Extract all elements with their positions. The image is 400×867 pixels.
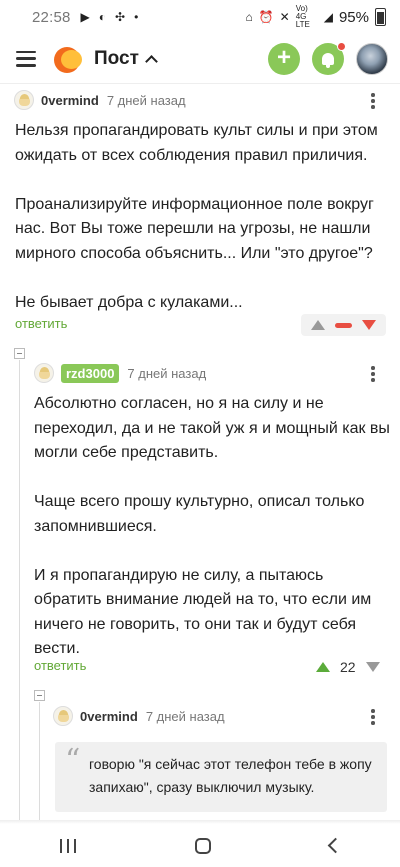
notifications-button[interactable] (312, 41, 346, 75)
chevron-up-icon (145, 54, 158, 68)
page-title-text: Пост (94, 47, 139, 69)
play-icon: ▶ (80, 10, 90, 24)
comment-header: 0vermind 7 дней назад (14, 90, 186, 110)
quote-block: “ говорю "я сейчас этот телефон тебе в ж… (55, 742, 387, 812)
back-icon[interactable] (327, 837, 343, 854)
battery-icon (375, 8, 386, 26)
bell-icon (322, 53, 334, 68)
downvote-button[interactable] (365, 662, 380, 672)
pikabu-logo[interactable] (54, 44, 84, 74)
rating-bar (335, 322, 352, 328)
avatar[interactable] (14, 90, 34, 110)
quote-icon: “ (65, 743, 81, 778)
comment-body: Абсолютно согласен, но я на силу и не пе… (34, 392, 394, 662)
upvote-button[interactable] (316, 662, 330, 672)
comment-author[interactable]: rzd3000 (61, 363, 120, 383)
avatar[interactable] (34, 363, 54, 383)
home-icon[interactable] (194, 837, 211, 854)
network-label: Vo) 4G LTE (295, 4, 310, 29)
more-options-icon[interactable] (371, 366, 375, 382)
plus-icon: + (276, 43, 291, 71)
reply-link[interactable]: ответить (34, 658, 86, 673)
comment-time[interactable]: 7 дней назад (146, 709, 225, 724)
thread-line (39, 702, 40, 824)
comment-paragraph: Нельзя пропагандировать культ силы и при… (15, 122, 378, 164)
status-left-icons: ▶ ◐ ✣ • (81, 10, 139, 24)
user-avatar[interactable] (356, 42, 388, 75)
comment-body: Нельзя пропагандировать культ силы и при… (15, 119, 393, 315)
dot-icon: • (134, 10, 139, 24)
system-nav-bar (0, 824, 400, 867)
upvote-button[interactable] (311, 320, 325, 330)
add-post-button[interactable]: + (268, 42, 300, 75)
collapse-thread-button[interactable] (14, 348, 25, 359)
app-header: Пост + (0, 34, 400, 84)
comment-paragraph: Не бывает добра с кулаками... (15, 293, 243, 311)
comment-author[interactable]: 0vermind (41, 93, 99, 108)
downvote-button[interactable] (362, 320, 376, 330)
vote-box: 22 (306, 656, 386, 678)
rating-count: 22 (340, 659, 356, 675)
reply-link[interactable]: ответить (15, 316, 67, 331)
page-title[interactable]: Пост (94, 47, 158, 70)
comment-time[interactable]: 7 дней назад (127, 366, 206, 381)
comment-paragraph: Чаще всего прошу культурно, описал тольк… (34, 493, 365, 535)
comment-header: rzd3000 7 дней назад (34, 363, 206, 383)
battery-percent: 95% (338, 8, 369, 26)
status-right-icons: ⌂ ⏰ ✕ Vo) 4G LTE ◢ 95% (245, 5, 386, 29)
quote-text: говорю "я сейчас этот телефон тебе в жоп… (89, 756, 372, 795)
mute-icon: ✕ (279, 10, 290, 24)
avatar[interactable] (53, 706, 73, 726)
status-time: 22:58 (32, 8, 71, 26)
app-icon: ◐ (98, 10, 107, 24)
comment-author[interactable]: 0vermind (80, 709, 138, 724)
alarm-icon: ⏰ (258, 10, 274, 24)
status-bar: 22:58 ▶ ◐ ✣ • ⌂ ⏰ ✕ Vo) 4G LTE ◢ 95% (0, 0, 400, 34)
notification-dot (337, 41, 346, 51)
recent-apps-icon[interactable] (59, 838, 76, 853)
comment-time[interactable]: 7 дней назад (107, 93, 186, 108)
comment-header: 0vermind 7 дней назад (53, 706, 225, 726)
comment-paragraph: Проанализируйте информационное поле вокр… (15, 195, 374, 262)
more-options-icon[interactable] (371, 709, 375, 725)
menu-icon[interactable] (16, 50, 36, 67)
bed-icon: ⌂ (245, 10, 253, 24)
signal-icon: ◢ (323, 10, 333, 24)
connect-icon: ✣ (115, 10, 126, 24)
comment-paragraph: И я пропагандирую не силу, а пытаюсь обр… (34, 566, 372, 658)
vote-box (301, 314, 386, 336)
more-options-icon[interactable] (371, 93, 375, 109)
comment-paragraph: Абсолютно согласен, но я на силу и не пе… (34, 395, 390, 461)
collapse-thread-button[interactable] (34, 690, 45, 701)
thread-line (19, 360, 20, 824)
